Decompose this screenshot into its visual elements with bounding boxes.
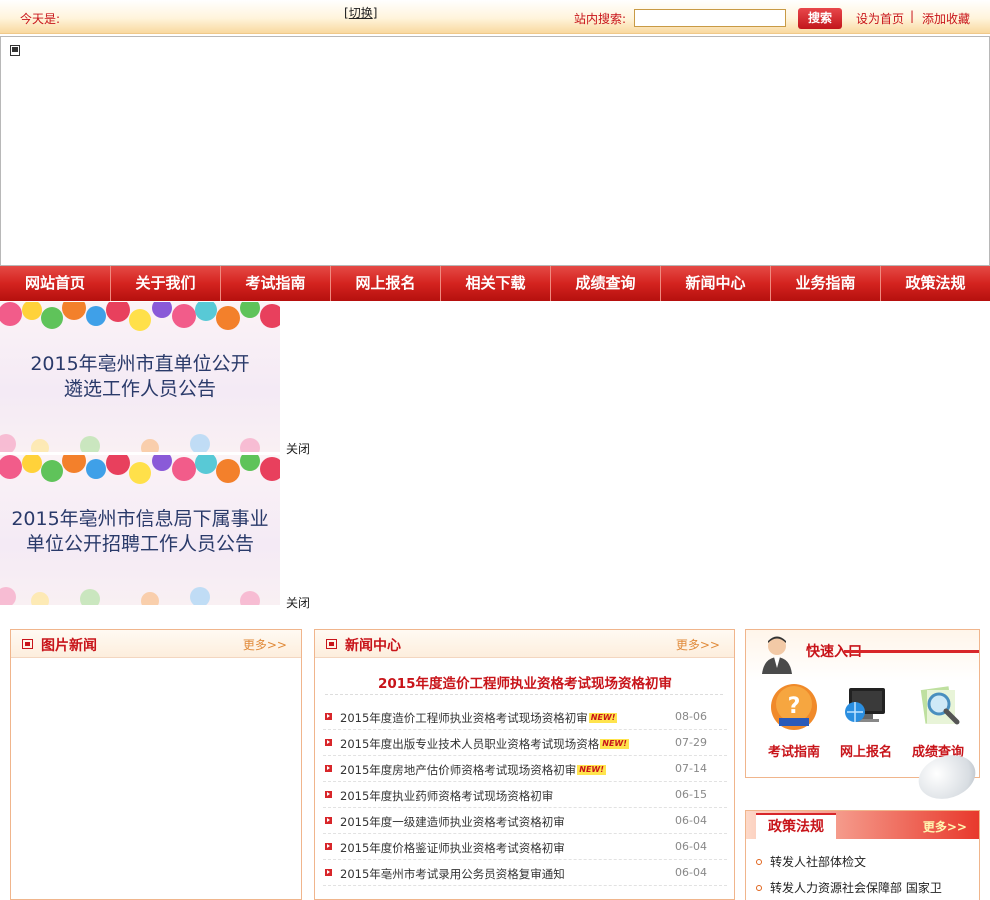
top-bar: 今天是: [切换] 站内搜索: 搜索 设为首页 | 添加收藏	[0, 0, 990, 34]
notice-banner-2[interactable]: 2015年亳州市信息局下属事业 单位公开招聘工作人员公告	[0, 455, 280, 605]
policy-panel: 政策法规 更多>> 转发人社部体检文 转发人力资源社会保障部 国家卫	[745, 810, 980, 900]
circle-bullet-icon	[756, 885, 762, 891]
news-center-title: 新闻中心	[345, 638, 401, 654]
balloon-decoration	[0, 434, 260, 452]
photo-news-header: 图片新闻 更多>>	[11, 630, 301, 658]
news-item-date: 08-06	[675, 710, 707, 723]
header-flash-frame	[0, 36, 990, 266]
news-item-date: 07-14	[675, 762, 707, 775]
photo-news-title: 图片新闻	[41, 638, 97, 654]
set-home-link[interactable]: 设为首页	[856, 10, 904, 27]
news-item-title[interactable]: 2015年度造价工程师执业资格考试现场资格初审	[340, 711, 588, 725]
policy-item-title[interactable]: 转发人力资源社会保障部 国家卫	[770, 881, 942, 895]
news-icon	[326, 639, 337, 649]
arrow-bullet-icon	[325, 817, 332, 824]
new-badge: NEW!	[577, 765, 606, 775]
arrow-bullet-icon	[325, 869, 332, 876]
switch-link[interactable]: [切换]	[344, 4, 377, 21]
book-question-icon: ?	[771, 684, 817, 730]
nav-item-online-register[interactable]: 网上报名	[330, 266, 440, 301]
add-favorite-link[interactable]: 添加收藏	[922, 10, 970, 27]
circle-bullet-icon	[756, 859, 762, 865]
banner-1-line-1: 2015年亳州市直单位公开	[30, 353, 250, 375]
news-center-panel: 新闻中心 更多>> 2015年度造价工程师执业资格考试现场资格初审 2015年度…	[314, 629, 735, 900]
nav-item-exam-guide[interactable]: 考试指南	[220, 266, 330, 301]
search-button[interactable]: 搜索	[798, 8, 842, 29]
link-separator: |	[910, 9, 915, 23]
news-headline[interactable]: 2015年度造价工程师执业资格考试现场资格初审	[315, 672, 735, 692]
search-input[interactable]	[634, 9, 786, 27]
magnifier-icon	[920, 686, 960, 725]
policy-item[interactable]: 转发人力资源社会保障部 国家卫	[756, 879, 942, 896]
nav-item-downloads[interactable]: 相关下载	[440, 266, 550, 301]
news-item-title[interactable]: 2015年度价格鉴证师执业资格考试资格初审	[340, 840, 565, 856]
news-list: 2015年度造价工程师执业资格考试现场资格初审 NEW! 08-06 2015年度…	[323, 704, 727, 886]
news-item[interactable]: 2015年度造价工程师执业资格考试现场资格初审 NEW! 08-06	[323, 704, 727, 730]
nav-item-about[interactable]: 关于我们	[110, 266, 220, 301]
news-item[interactable]: 2015年度一级建造师执业资格考试资格初审 06-04	[323, 808, 727, 834]
arrow-bullet-icon	[325, 713, 332, 720]
arrow-bullet-icon	[325, 739, 332, 746]
divider	[325, 694, 723, 695]
nav-item-home[interactable]: 网站首页	[0, 266, 110, 301]
main-nav: 网站首页 关于我们 考试指南 网上报名 相关下载 成绩查询 新闻中心 业务指南 …	[0, 266, 990, 301]
photo-icon	[22, 639, 33, 649]
news-item-date: 06-04	[675, 814, 707, 827]
balloon-decoration	[0, 587, 260, 605]
person-icon	[762, 636, 792, 674]
news-item-title[interactable]: 2015年度房地产估价师资格考试现场资格初审	[340, 763, 576, 777]
news-item-date: 07-29	[675, 736, 707, 749]
news-item-date: 06-15	[675, 788, 707, 801]
balloon-decoration	[0, 455, 280, 484]
quick-item-label[interactable]: 网上报名	[830, 741, 902, 760]
quick-item-online-register[interactable]: 网上报名	[830, 682, 902, 760]
photo-news-more-link[interactable]: 更多>>	[243, 636, 287, 653]
policy-more-link[interactable]: 更多>>	[923, 818, 967, 835]
news-item[interactable]: 2015年度执业药师资格考试现场资格初审 06-15	[323, 782, 727, 808]
banner-2-close-link[interactable]: 关闭	[286, 594, 310, 611]
news-item[interactable]: 2015年度出版专业技术人员职业资格考试现场资格 NEW! 07-29	[323, 730, 727, 756]
title-underline	[844, 650, 979, 653]
policy-item[interactable]: 转发人社部体检文	[756, 853, 866, 870]
switch-label[interactable]: 切换	[349, 6, 373, 20]
new-badge: NEW!	[600, 739, 629, 749]
nav-item-news-center[interactable]: 新闻中心	[660, 266, 770, 301]
policy-title: 政策法规	[756, 813, 836, 839]
balloon-decoration	[0, 302, 280, 331]
news-center-more-link[interactable]: 更多>>	[676, 636, 720, 653]
today-label: 今天是:	[20, 12, 61, 26]
photo-news-panel: 图片新闻 更多>>	[10, 629, 302, 900]
arrow-bullet-icon	[325, 843, 332, 850]
news-item[interactable]: 2015年亳州市考试录用公务员资格复审通知 06-04	[323, 860, 727, 886]
banner-1-close-link[interactable]: 关闭	[286, 440, 310, 457]
news-item-date: 06-04	[675, 840, 707, 853]
banner-2-line-2: 单位公开招聘工作人员公告	[25, 533, 254, 555]
banner-1-line-2: 遴选工作人员公告	[63, 378, 216, 400]
nav-item-business-guide[interactable]: 业务指南	[770, 266, 880, 301]
news-item-date: 06-04	[675, 866, 707, 879]
search-label: 站内搜索:	[574, 12, 627, 26]
monitor-globe-icon	[845, 688, 885, 722]
nav-item-policy[interactable]: 政策法规	[880, 266, 990, 301]
news-item-title[interactable]: 2015年亳州市考试录用公务员资格复审通知	[340, 866, 565, 882]
policy-item-title[interactable]: 转发人社部体检文	[770, 855, 866, 869]
quick-item-score-query[interactable]: 成绩查询	[902, 682, 974, 760]
news-item[interactable]: 2015年度价格鉴证师执业资格考试资格初审 06-04	[323, 834, 727, 860]
news-center-header: 新闻中心 更多>>	[315, 630, 734, 658]
news-item-title[interactable]: 2015年度执业药师资格考试现场资格初审	[340, 788, 553, 804]
banner-2-line-1: 2015年亳州市信息局下属事业	[11, 508, 269, 530]
arrow-bullet-icon	[325, 765, 332, 772]
plugin-placeholder-icon	[10, 45, 20, 56]
arrow-bullet-icon	[325, 791, 332, 798]
quick-item-label[interactable]: 考试指南	[758, 741, 830, 760]
nav-item-score-query[interactable]: 成绩查询	[550, 266, 660, 301]
news-item[interactable]: 2015年度房地产估价师资格考试现场资格初审 NEW! 07-14	[323, 756, 727, 782]
news-item-title[interactable]: 2015年度出版专业技术人员职业资格考试现场资格	[340, 737, 599, 751]
quick-item-exam-guide[interactable]: ? 考试指南	[758, 682, 830, 760]
new-badge: NEW!	[588, 713, 618, 723]
news-item-title[interactable]: 2015年度一级建造师执业资格考试资格初审	[340, 814, 565, 830]
svg-text:?: ?	[788, 694, 801, 719]
notice-banner-1[interactable]: 2015年亳州市直单位公开 遴选工作人员公告	[0, 302, 280, 452]
